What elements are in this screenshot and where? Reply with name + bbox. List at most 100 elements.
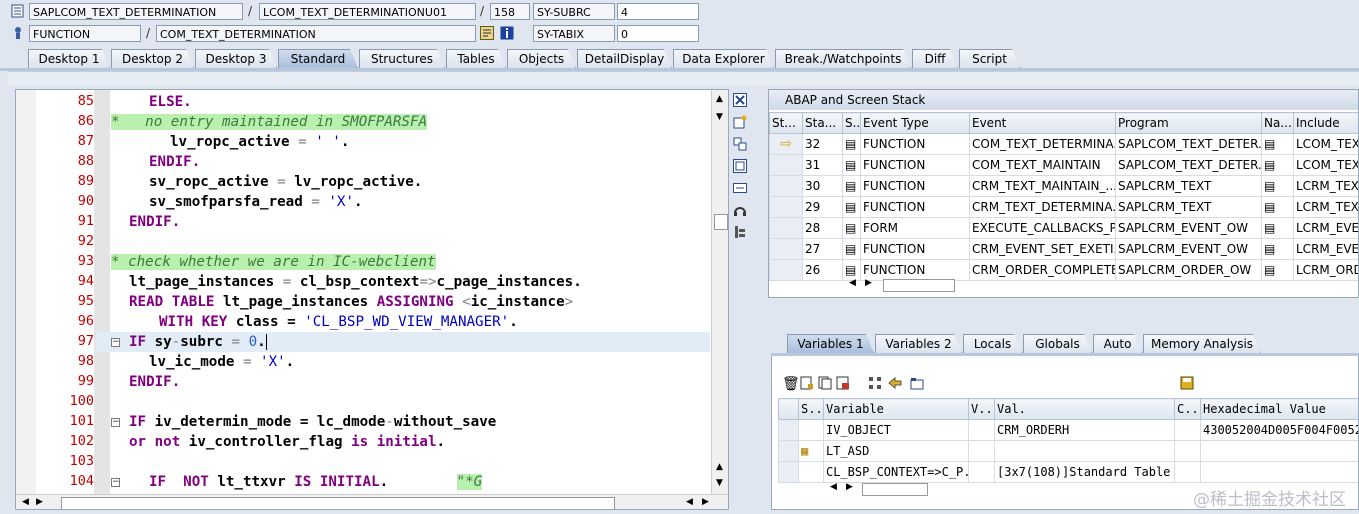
column-header[interactable]: S... — [798, 398, 824, 420]
scroll-down-icon[interactable]: ▼ — [716, 478, 723, 488]
tab-structures[interactable]: Structures — [359, 49, 445, 68]
save-icon[interactable] — [1180, 376, 1194, 393]
folder-icon[interactable] — [910, 376, 924, 393]
navigate-icon[interactable]: ▤ — [1261, 259, 1294, 281]
sysfield-value-2[interactable]: 0 — [617, 25, 699, 42]
column-header[interactable]: Variable — [823, 398, 969, 420]
info-icon[interactable] — [500, 26, 514, 40]
table-row[interactable]: 29 ▤ FUNCTION CRM_TEXT_DETERMINA... SAPL… — [769, 196, 1358, 218]
line-number-field[interactable]: 158 — [490, 3, 530, 20]
scroll-right-icon[interactable]: ▶ — [846, 482, 853, 492]
column-header[interactable]: Sta... — [802, 112, 843, 134]
tab-script[interactable]: Script — [959, 49, 1020, 68]
table-row[interactable]: 28 ▤ FORM EXECUTE_CALLBACKS_P... SAPLCRM… — [769, 217, 1358, 239]
tab-auto[interactable]: Auto — [1093, 334, 1142, 353]
close-icon[interactable] — [733, 93, 747, 107]
scroll-thumb[interactable] — [714, 214, 728, 230]
event-type-field[interactable]: FUNCTION — [29, 25, 141, 42]
table-row[interactable]: ▦ LT_ASD — [778, 440, 1358, 462]
column-header[interactable]: Event Type — [860, 112, 970, 134]
delete-icon[interactable]: 🗑 — [782, 376, 800, 392]
table-row[interactable]: 27 ▤ FUNCTION CRM_EVENT_SET_EXETI... SAP… — [769, 238, 1358, 260]
column-header[interactable]: St... — [769, 112, 803, 134]
tab-variables-2[interactable]: Variables 2 — [875, 334, 962, 353]
table-row[interactable]: 31 ▤ FUNCTION COM_TEXT_MAINTAIN SAPLCOM_… — [769, 154, 1358, 176]
sysfield-name-1[interactable]: SY-SUBRC — [533, 3, 615, 20]
tab-memory-analysis[interactable]: Memory Analysis — [1143, 334, 1261, 353]
scroll-right-icon[interactable]: ▶ — [865, 278, 872, 288]
navigate-icon[interactable]: ▤ — [1261, 238, 1294, 260]
column-header[interactable]: Program — [1115, 112, 1262, 134]
editor-vertical-scrollbar[interactable]: ▲ ▼ ▲ ▼ — [711, 90, 728, 494]
variable-value[interactable] — [994, 440, 1175, 462]
row-selector[interactable] — [778, 461, 799, 483]
scroll-thumb[interactable] — [61, 497, 615, 509]
variable-name[interactable]: LT_ASD — [823, 440, 969, 462]
tab-objects[interactable]: Objects — [507, 49, 576, 68]
tab-locals[interactable]: Locals — [963, 334, 1022, 353]
row-selector[interactable] — [769, 217, 803, 239]
row-selector[interactable] — [778, 419, 799, 441]
variable-name[interactable]: CL_BSP_CONTEXT=>C_P... — [823, 461, 969, 483]
sysfield-value-1[interactable]: 4 — [617, 3, 699, 20]
tab-globals[interactable]: Globals — [1023, 334, 1092, 353]
insert-icon[interactable] — [800, 376, 814, 393]
navigate-icon[interactable] — [888, 376, 902, 393]
column-header[interactable]: S... — [842, 112, 861, 134]
copy-icon[interactable] — [818, 376, 832, 393]
scroll-thumb[interactable] — [862, 483, 928, 496]
new-tool-icon[interactable] — [733, 115, 747, 129]
services-icon[interactable] — [733, 203, 747, 217]
scroll-left-icon[interactable]: ◀ — [830, 482, 837, 492]
tab-data-explorer[interactable]: Data Explorer — [673, 49, 774, 68]
navigate-icon[interactable]: ▤ — [1261, 154, 1294, 176]
row-selector[interactable] — [769, 196, 803, 218]
table-row[interactable]: IV_OBJECT CRM_ORDERH 430052004D005F004F0… — [778, 419, 1358, 441]
include-name-field[interactable]: LCOM_TEXT_DETERMINATIONU01 — [259, 3, 476, 20]
stack-horizontal-scrollbar[interactable]: ◀ ▶ — [843, 278, 963, 292]
scroll-right-icon[interactable]: ▶ — [36, 497, 43, 507]
tab-breakpoints[interactable]: Break./Watchpoints — [775, 49, 911, 68]
row-selector[interactable] — [769, 259, 803, 281]
column-header[interactable]: Include — [1293, 112, 1358, 134]
swap-icon[interactable] — [733, 181, 747, 195]
column-header[interactable]: Na... — [1261, 112, 1294, 134]
column-header[interactable]: Hexadecimal Value — [1200, 398, 1358, 420]
column-header[interactable]: Event — [969, 112, 1116, 134]
tab-diff[interactable]: Diff — [912, 49, 958, 68]
scroll-down-icon[interactable]: ▼ — [716, 112, 723, 122]
tab-tables[interactable]: Tables — [446, 49, 506, 68]
fold-toggle-icon[interactable]: − — [111, 338, 120, 347]
row-selector[interactable] — [769, 175, 803, 197]
table-row[interactable]: CL_BSP_CONTEXT=>C_P... [3x7(108)]Standar… — [778, 461, 1358, 483]
scroll-right-icon[interactable]: ▶ — [702, 497, 709, 507]
variable-value[interactable]: CRM_ORDERH — [994, 419, 1175, 441]
tab-desktop-1[interactable]: Desktop 1 — [28, 49, 110, 68]
editor-horizontal-scrollbar[interactable]: ◀ ▶ ◀ ▶ — [16, 494, 728, 509]
scroll-up-icon[interactable]: ▲ — [716, 94, 723, 104]
source-code-icon[interactable] — [480, 26, 494, 40]
replace-tool-icon[interactable] — [733, 137, 747, 151]
source-editor[interactable]: 85 86 87 88 89 90 91 92 93 94 95 96 97 9… — [15, 89, 729, 510]
tool-settings-icon[interactable] — [733, 225, 747, 239]
column-header[interactable]: C... — [1174, 398, 1201, 420]
sysfield-name-2[interactable]: SY-TABIX — [533, 25, 615, 42]
table-row[interactable]: ⇨ 32 ▤ FUNCTION COM_TEXT_DETERMINA... SA… — [769, 133, 1358, 155]
scroll-left-icon[interactable]: ◀ — [686, 497, 693, 507]
tab-desktop-3[interactable]: Desktop 3 — [195, 49, 277, 68]
tab-standard[interactable]: Standard — [278, 49, 358, 68]
program-name-field[interactable]: SAPLCOM_TEXT_DETERMINATION — [29, 3, 243, 20]
paste-icon[interactable] — [836, 376, 850, 393]
row-selector[interactable] — [769, 238, 803, 260]
navigate-icon[interactable]: ▤ — [1261, 196, 1294, 218]
column-header[interactable]: V... — [968, 398, 995, 420]
navigate-icon[interactable]: ▤ — [1261, 217, 1294, 239]
tab-desktop-2[interactable]: Desktop 2 — [111, 49, 194, 68]
row-selector[interactable] — [778, 440, 799, 462]
navigate-icon[interactable]: ▤ — [1261, 133, 1294, 155]
fold-toggle-icon[interactable]: − — [111, 478, 120, 487]
event-name-field[interactable]: COM_TEXT_DETERMINATION — [156, 25, 476, 42]
row-selector[interactable] — [769, 154, 803, 176]
tab-variables-1[interactable]: Variables 1 — [787, 334, 874, 353]
tree-icon[interactable] — [868, 376, 882, 393]
